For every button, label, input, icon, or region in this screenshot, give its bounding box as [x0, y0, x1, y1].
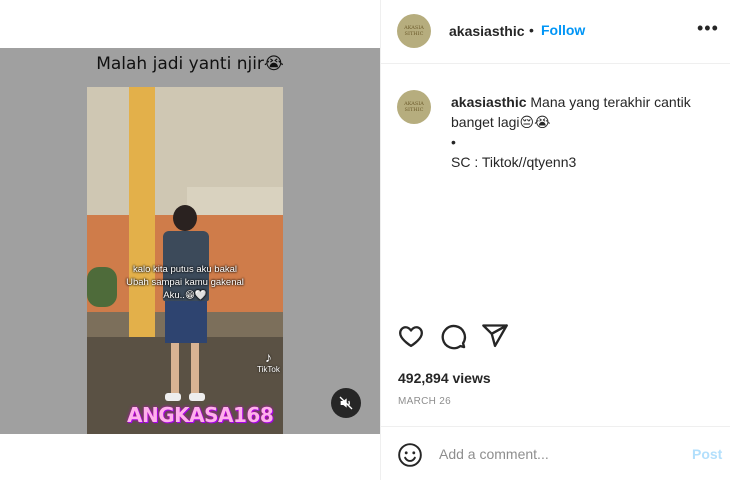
caption-source: SC : Tiktok//qtyenn3 — [451, 154, 577, 170]
tiktok-icon: ♪ — [264, 349, 272, 365]
overlay-line: Aku..😁🤍 — [163, 290, 207, 301]
overlay-line: Ubah sampai kamu gakenal — [126, 277, 244, 288]
share-icon[interactable] — [481, 322, 509, 350]
mute-button[interactable] — [331, 388, 361, 418]
avatar-logo-text: AKASIA SITHIC — [404, 25, 424, 37]
caption-bullet: • — [451, 134, 456, 150]
post-caption: akasiasthic Mana yang terakhir cantik ba… — [451, 92, 716, 172]
video-scene-person — [161, 205, 211, 410]
caption-avatar[interactable]: AKASIA SITHIC — [397, 90, 431, 124]
video-player[interactable]: kalo kita putus aku bakal Ubah sampai ka… — [87, 87, 283, 434]
post-date: MARCH 26 — [398, 396, 451, 407]
separator-dot: • — [529, 22, 534, 38]
overlay-line: kalo kita putus aku bakal — [132, 264, 238, 275]
heart-icon[interactable] — [397, 322, 425, 350]
person-leg — [171, 343, 179, 395]
post-details-panel: AKASIA SITHIC akasiasthic • Follow ••• A… — [380, 0, 730, 480]
username-link[interactable]: akasiasthic — [449, 23, 525, 39]
person-head — [173, 205, 197, 231]
comment-input[interactable] — [439, 443, 669, 465]
media-panel: Malah jadi yanti njir😭 kalo kita putus a… — [0, 0, 380, 480]
follow-button[interactable]: Follow — [541, 22, 585, 38]
tiktok-label: TikTok — [257, 365, 280, 374]
comment-bar: Post — [381, 426, 730, 480]
avatar-logo-text: AKASIA SITHIC — [404, 101, 424, 113]
person-shorts — [165, 301, 207, 343]
avatar[interactable]: AKASIA SITHIC — [397, 14, 431, 48]
video-overlay-text: kalo kita putus aku bakal Ubah sampai ka… — [87, 263, 283, 302]
tiktok-watermark: ♪ TikTok — [257, 349, 280, 374]
more-horizontal-icon[interactable]: ••• — [697, 18, 719, 39]
angkasa-watermark: ANGKASA168 — [127, 403, 274, 427]
emoji-icon[interactable] — [397, 442, 423, 468]
action-bar — [397, 322, 717, 354]
view-count: 492,894 views — [398, 370, 491, 386]
person-shoe — [189, 393, 205, 401]
post-header: AKASIA SITHIC akasiasthic • Follow ••• — [381, 0, 730, 64]
video-caption-text: Malah jadi yanti njir😭 — [96, 54, 284, 74]
post-button[interactable]: Post — [692, 446, 722, 462]
speaker-muted-icon — [339, 396, 353, 410]
caption-username-link[interactable]: akasiasthic — [451, 94, 527, 110]
comment-icon[interactable] — [439, 322, 467, 350]
person-leg — [191, 343, 199, 395]
person-shoe — [165, 393, 181, 401]
